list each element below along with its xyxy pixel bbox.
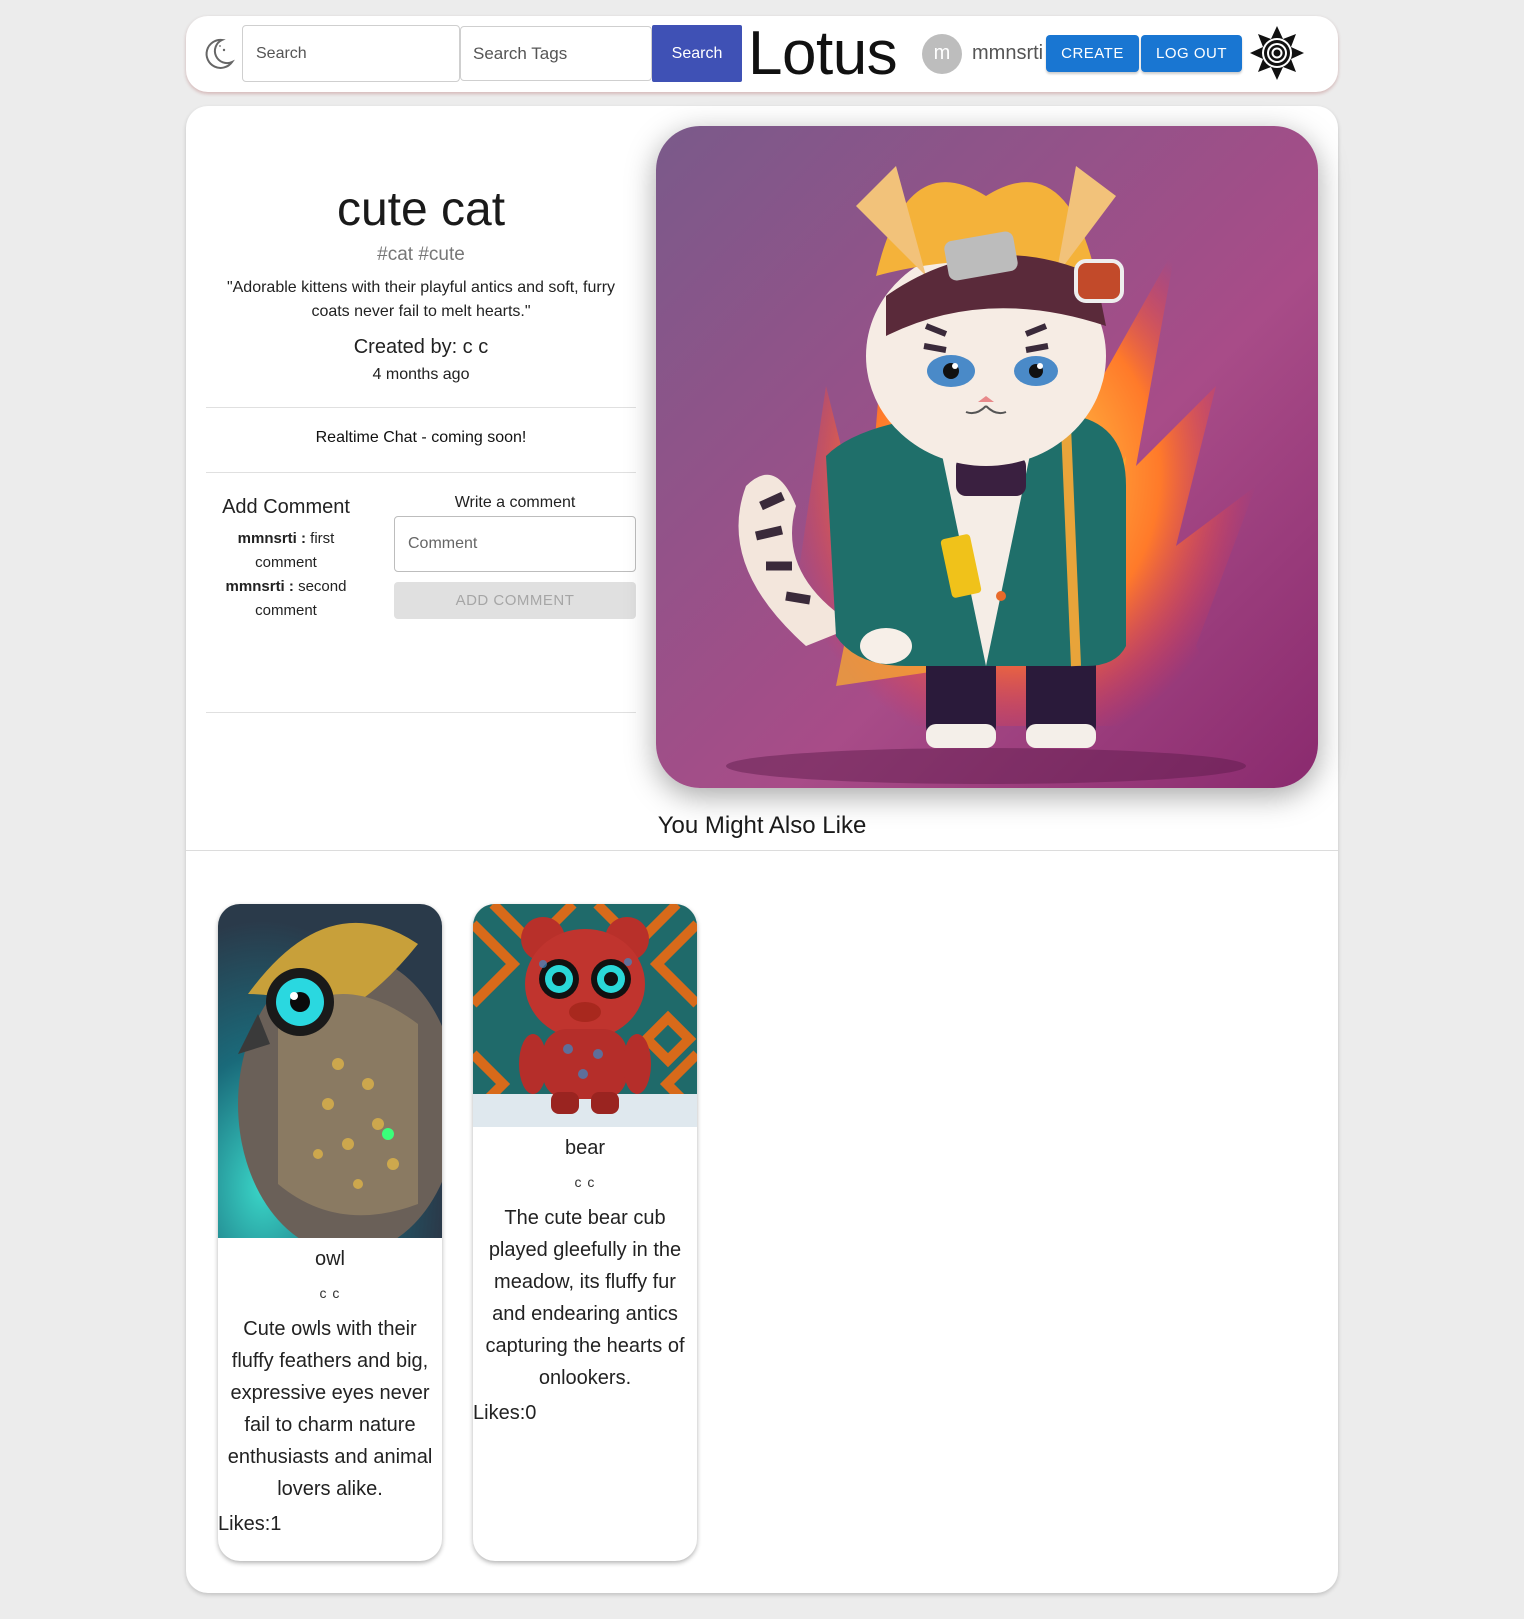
likes-label: Likes: xyxy=(218,1513,271,1535)
write-comment-label: Write a comment xyxy=(454,494,576,511)
username-label: mmnsrti xyxy=(972,42,1044,64)
create-button[interactable]: CREATE xyxy=(1046,35,1139,72)
comment-item: mmnsrti : first comment xyxy=(206,527,366,575)
post-image[interactable] xyxy=(656,126,1318,788)
likes-count: Likes:1 xyxy=(218,1513,442,1536)
comment-input[interactable] xyxy=(394,516,636,572)
search-input[interactable] xyxy=(242,25,460,82)
divider xyxy=(206,712,636,713)
brand-title[interactable]: Lotus xyxy=(748,18,898,90)
comment-user: mmnsrti xyxy=(225,578,285,595)
likes-value: 0 xyxy=(525,1402,537,1424)
recommendation-author: c c xyxy=(574,1174,596,1190)
divider xyxy=(206,407,636,408)
recommendations-heading: You Might Also Like xyxy=(657,812,867,839)
comment-item: mmnsrti : second comment xyxy=(206,575,366,623)
comment-separator: : xyxy=(284,578,299,595)
moon-icon[interactable] xyxy=(200,36,236,72)
logout-button[interactable]: LOG OUT xyxy=(1141,35,1242,72)
recommendation-card[interactable]: bear c c The cute bear cub played gleefu… xyxy=(473,904,697,1561)
cat-illustration xyxy=(656,126,1318,788)
recommendation-card[interactable]: owl c c Cute owls with their fluffy feat… xyxy=(218,904,442,1561)
post-timestamp: 4 months ago xyxy=(372,366,470,383)
recommendation-author: c c xyxy=(319,1285,341,1301)
search-tags-input[interactable] xyxy=(460,26,652,81)
comment-user: mmnsrti xyxy=(237,530,297,547)
add-comment-button[interactable]: ADD COMMENT xyxy=(394,582,636,619)
bear-image[interactable] xyxy=(473,904,697,1127)
comment-separator: : xyxy=(296,530,311,547)
divider xyxy=(206,472,636,473)
likes-count: Likes:0 xyxy=(473,1402,697,1425)
likes-value: 1 xyxy=(270,1513,282,1535)
recommendation-title[interactable]: bear xyxy=(473,1137,697,1160)
post-tags[interactable]: #cat #cute xyxy=(206,244,636,266)
search-button[interactable]: Search xyxy=(652,25,742,82)
comments-list: Add Comment mmnsrti : first comment mmns… xyxy=(206,496,366,623)
owl-image[interactable] xyxy=(218,904,442,1238)
recommendation-description: Cute owls with their fluffy feathers and… xyxy=(227,1318,433,1500)
post-description: "Adorable kittens with their playful ant… xyxy=(226,279,616,320)
post-detail-card: cute cat #cat #cute "Adorable kittens wi… xyxy=(186,106,1338,1593)
add-comment-heading: Add Comment xyxy=(222,496,350,518)
likes-label: Likes: xyxy=(473,1402,526,1424)
recommendation-description: The cute bear cub played gleefully in th… xyxy=(485,1207,685,1389)
divider xyxy=(186,850,1338,851)
post-title: cute cat xyxy=(336,183,506,236)
avatar[interactable]: m xyxy=(922,34,962,74)
top-navbar: Search Lotus m mmnsrti CREATE LOG OUT xyxy=(186,16,1338,92)
chat-coming-soon: Realtime Chat - coming soon! xyxy=(315,429,527,446)
recommendation-title[interactable]: owl xyxy=(218,1248,442,1271)
post-creator[interactable]: Created by: c c xyxy=(206,336,636,359)
lotus-logo-icon[interactable] xyxy=(1249,25,1305,81)
